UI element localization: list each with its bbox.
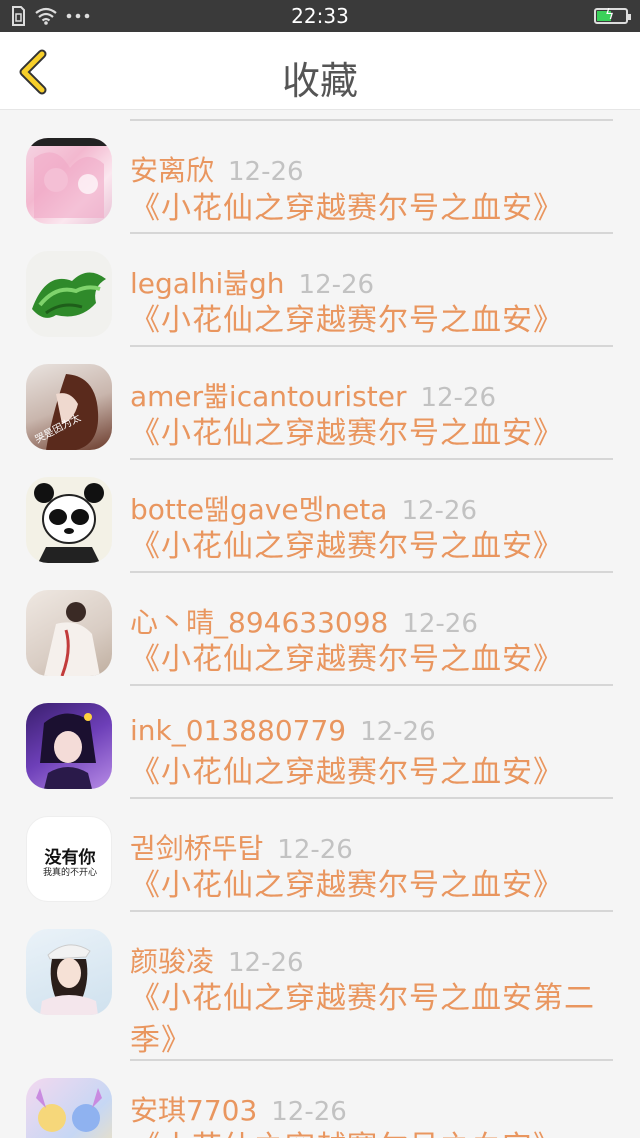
work-title: 《小花仙之穿越赛尔号之血安》 — [130, 529, 564, 564]
item-date: 12-26 — [402, 609, 478, 639]
work-title: 《小花仙之穿越赛尔号之血安》 — [130, 755, 564, 790]
list-item[interactable]: ink_013880779 12-26 《小花仙之穿越赛尔号之血安》 — [0, 686, 640, 798]
work-title: 《小花仙之穿越赛尔号之血安》 — [130, 416, 564, 451]
avatar-art — [34, 483, 104, 563]
item-date: 12-26 — [228, 948, 304, 978]
avatar — [26, 138, 112, 224]
avatar — [26, 929, 112, 1015]
avatar — [26, 251, 112, 337]
item-meta: 安琪7703 12-26 — [130, 1089, 347, 1129]
list-item[interactable]: 哭是因为太 amer뿗icantourister 12-26 《小花仙之穿越赛尔号… — [0, 347, 640, 459]
avatar — [26, 590, 112, 676]
list-item[interactable]: legalhi붋gh 12-26 《小花仙之穿越赛尔号之血安》 — [0, 234, 640, 346]
avatar — [26, 477, 112, 563]
avatar — [26, 703, 112, 789]
user-name: legalhi붋gh — [130, 267, 285, 300]
work-title: 《小花仙之穿越赛尔号之血安第二季》 — [130, 981, 595, 1058]
user-name: 颜骏凌 — [130, 945, 215, 978]
item-meta: 궏剑桥뚜탑 12-26 — [130, 827, 353, 867]
avatar-art — [40, 713, 96, 789]
user-name: 궏剑桥뚜탑 — [130, 832, 264, 865]
nav-header: 收藏 — [0, 32, 640, 110]
item-date: 12-26 — [420, 383, 497, 413]
list-item[interactable]: 没有你 我真的不开心 궏剑桥뚜탑 12-26 《小花仙之穿越赛尔号之血安》 — [0, 799, 640, 911]
battery-charging-icon: ϟ — [594, 7, 631, 24]
avatar-art — [26, 138, 112, 218]
avatar-art — [44, 602, 100, 676]
user-name: ink_013880779 — [130, 714, 347, 747]
work-title: 《小花仙之穿越赛尔号之血安》 — [130, 868, 564, 903]
avatar — [26, 1078, 112, 1138]
avatar: 没有你 我真的不开心 — [26, 816, 112, 902]
work-title: 《小花仙之穿越赛尔号之血安》 — [130, 191, 564, 226]
user-name: amer뿗icantourister — [130, 380, 407, 413]
status-bar: 22:33 ϟ — [0, 0, 640, 32]
user-name: 心丶晴_894633098 — [130, 606, 389, 639]
avatar-art — [36, 1088, 102, 1132]
avatar: 哭是因为太 — [26, 364, 112, 450]
page-title: 收藏 — [281, 59, 358, 103]
list-item[interactable]: 颜骏凌 12-26 《小花仙之穿越赛尔号之血安第二季》 — [0, 912, 640, 1060]
item-meta: botte뗆gave멩neta 12-26 — [130, 488, 477, 528]
item-meta: ink_013880779 12-26 — [130, 714, 436, 747]
user-name: 安琪7703 — [130, 1094, 258, 1127]
status-time: 22:33 — [291, 4, 349, 28]
user-name: 安离欣 — [130, 154, 215, 187]
item-date: 12-26 — [360, 717, 436, 747]
user-name: botte뗆gave멩neta — [130, 493, 388, 526]
item-date: 12-26 — [298, 270, 375, 300]
work-title: 《小花仙之穿越赛尔号之血安》 — [130, 1127, 610, 1138]
item-meta: 颜骏凌 12-26 — [130, 940, 304, 980]
avatar-art — [32, 272, 106, 318]
list-item[interactable]: 心丶晴_894633098 12-26 《小花仙之穿越赛尔号之血安》 — [0, 573, 640, 685]
work-title: 《小花仙之穿越赛尔号之血安》 — [130, 303, 564, 338]
item-date: 12-26 — [228, 157, 304, 187]
favorites-list: 安离欣 12-26 《小花仙之穿越赛尔号之血安》 legalhi붋gh 12-26 … — [0, 111, 640, 1138]
item-meta: legalhi붋gh 12-26 — [130, 262, 374, 302]
item-date: 12-26 — [271, 1097, 347, 1127]
list-item[interactable]: 安离欣 12-26 《小花仙之穿越赛尔号之血安》 — [0, 111, 640, 233]
item-date: 12-26 — [401, 496, 478, 526]
charging-bolt-icon: ϟ — [605, 7, 615, 23]
avatar-art — [40, 944, 98, 1015]
work-title: 《小花仙之穿越赛尔号之血安》 — [130, 642, 564, 677]
list-item[interactable]: 安琪7703 12-26 《小花仙之穿越赛尔号之血安》 — [0, 1061, 640, 1138]
item-meta: amer뿗icantourister 12-26 — [130, 375, 496, 415]
item-meta: 心丶晴_894633098 12-26 — [130, 601, 478, 641]
item-date: 12-26 — [277, 835, 353, 865]
list-item[interactable]: botte뗆gave멩neta 12-26 《小花仙之穿越赛尔号之血安》 — [0, 460, 640, 572]
item-meta: 安离欣 12-26 — [130, 149, 304, 189]
avatar-subcaption: 我真的不开心 — [42, 868, 97, 878]
avatar-art: 哭是因为太 — [33, 374, 99, 450]
